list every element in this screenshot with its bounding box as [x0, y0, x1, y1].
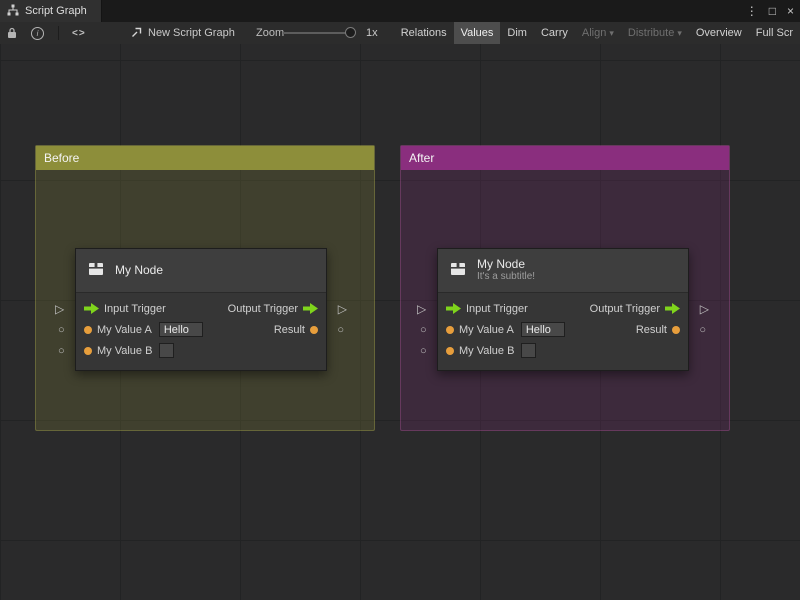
port-row-value-a: My Value A Hello Result [76, 319, 326, 340]
output-trigger-port-icon[interactable] [303, 303, 318, 314]
graph-output-flow-connector[interactable]: ▷ [338, 303, 347, 315]
distribute-button[interactable]: Distribute ▾ [621, 22, 689, 44]
graph-asset-button[interactable]: New Script Graph [131, 22, 235, 44]
overview-button[interactable]: Overview [689, 22, 749, 44]
graph-input-flow-connector[interactable]: ▷ [55, 303, 64, 315]
zoom-label: Zoom [256, 22, 284, 44]
toolbar-buttons: Relations Values Dim Carry Align ▾ Distr… [394, 22, 800, 44]
node-subtitle: It's a subtitle! [477, 271, 535, 283]
tab-script-graph[interactable]: Script Graph [0, 0, 102, 22]
port-label: My Value B [459, 345, 514, 357]
zoom-slider[interactable] [283, 22, 361, 44]
result-port-icon[interactable] [310, 326, 318, 334]
node-my-node-before[interactable]: My Node Input Trigger Output Trigger [75, 248, 327, 371]
graph-input-value-connector[interactable]: ○ [58, 325, 65, 336]
input-trigger-port-icon[interactable] [84, 303, 99, 314]
script-graph-icon [7, 4, 19, 19]
value-a-field[interactable]: Hello [159, 322, 203, 337]
toolbar-separator [58, 26, 59, 40]
group-label: After [409, 151, 434, 165]
carry-button[interactable]: Carry [534, 22, 575, 44]
align-button[interactable]: Align ▾ [575, 22, 621, 44]
port-row-value-a: My Value A Hello Result [438, 319, 688, 340]
value-a-field[interactable]: Hello [521, 322, 565, 337]
chevron-down-icon: ▾ [609, 28, 614, 39]
node-title: My Node [115, 264, 163, 277]
port-label: Input Trigger [104, 303, 166, 315]
port-label: Input Trigger [466, 303, 528, 315]
port-label: My Value A [459, 324, 514, 336]
node-body: Input Trigger Output Trigger My Value A … [76, 293, 326, 370]
graph-input-value-connector[interactable]: ○ [58, 346, 65, 357]
graph-output-value-connector[interactable]: ○ [699, 325, 706, 336]
group-label: Before [44, 151, 79, 165]
port-label: Result [636, 324, 667, 336]
output-trigger-port-icon[interactable] [665, 303, 680, 314]
relations-button[interactable]: Relations [394, 22, 454, 44]
script-graph-window: Script Graph ⋮ □ × i <> New Script [0, 0, 800, 600]
port-label: Output Trigger [590, 303, 660, 315]
port-label: My Value A [97, 324, 152, 336]
graph-input-flow-connector[interactable]: ▷ [417, 303, 426, 315]
lock-icon[interactable] [7, 22, 17, 44]
graph-output-value-connector[interactable]: ○ [337, 325, 344, 336]
graph-output-flow-connector[interactable]: ▷ [700, 303, 709, 315]
value-b-port-icon[interactable] [84, 347, 92, 355]
graph-input-value-connector[interactable]: ○ [420, 346, 427, 357]
values-button[interactable]: Values [454, 22, 501, 44]
port-row-trigger: Input Trigger Output Trigger [76, 298, 326, 319]
port-label: Result [274, 324, 305, 336]
info-icon[interactable]: i [31, 22, 44, 44]
group-header[interactable]: Before [36, 146, 374, 170]
value-b-field[interactable] [159, 343, 174, 358]
node-header: My Node It's a subtitle! [438, 249, 688, 293]
port-row-value-b: My Value B [438, 340, 688, 361]
graph-asset-name: New Script Graph [148, 27, 235, 39]
group-header[interactable]: After [401, 146, 729, 170]
code-view-icon[interactable]: <> [72, 22, 86, 44]
port-label: My Value B [97, 345, 152, 357]
result-port-icon[interactable] [672, 326, 680, 334]
value-b-port-icon[interactable] [446, 347, 454, 355]
node-body: Input Trigger Output Trigger My Value A … [438, 293, 688, 370]
port-row-value-b: My Value B [76, 340, 326, 361]
close-icon[interactable]: × [787, 0, 794, 22]
window-menu-icon[interactable]: ⋮ [746, 0, 758, 22]
input-trigger-port-icon[interactable] [446, 303, 461, 314]
graph-toolbar: i <> New Script Graph Zoom 1x Relations … [0, 22, 800, 45]
tab-title: Script Graph [25, 5, 87, 17]
port-row-trigger: Input Trigger Output Trigger [438, 298, 688, 319]
node-header: My Node [76, 249, 326, 293]
node-title: My Node [477, 258, 535, 271]
maximize-icon[interactable]: □ [769, 0, 776, 22]
fullscreen-button[interactable]: Full Scr [749, 22, 800, 44]
zoom-value: 1x [366, 22, 378, 44]
graph-input-value-connector[interactable]: ○ [420, 325, 427, 336]
chevron-down-icon: ▾ [677, 28, 682, 39]
dim-button[interactable]: Dim [500, 22, 534, 44]
node-my-node-after[interactable]: My Node It's a subtitle! Input Trigger O… [437, 248, 689, 371]
box-icon [448, 259, 468, 282]
window-titlebar: Script Graph ⋮ □ × [0, 0, 800, 22]
port-label: Output Trigger [228, 303, 298, 315]
value-a-port-icon[interactable] [446, 326, 454, 334]
window-controls: ⋮ □ × [746, 0, 794, 22]
graph-canvas[interactable]: Before After My Node [0, 44, 800, 600]
value-a-port-icon[interactable] [84, 326, 92, 334]
value-b-field[interactable] [521, 343, 536, 358]
graph-asset-icon [131, 26, 143, 41]
box-icon [86, 259, 106, 282]
zoom-slider-knob[interactable] [345, 27, 356, 38]
